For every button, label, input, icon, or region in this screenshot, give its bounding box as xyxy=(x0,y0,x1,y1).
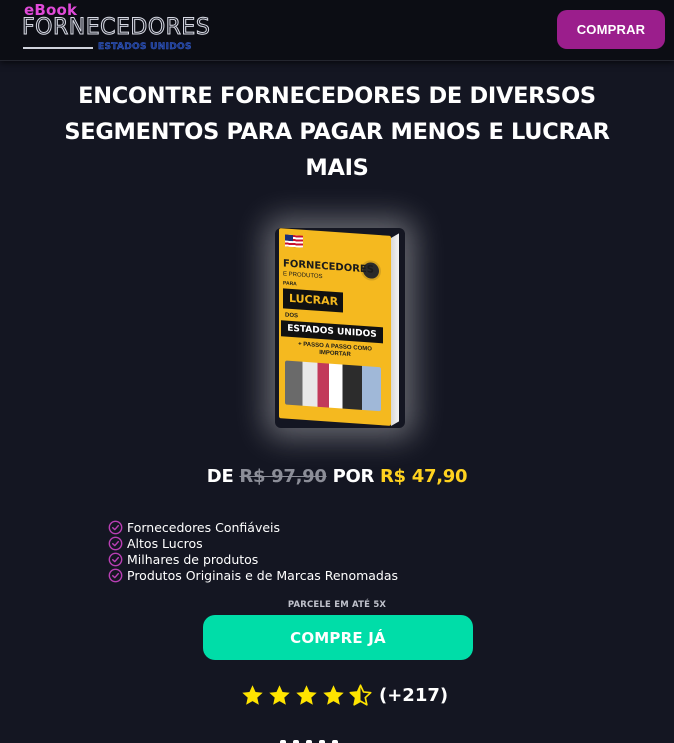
price-to-label: POR xyxy=(332,466,375,487)
star-icon xyxy=(296,684,317,705)
site-logo[interactable]: eBook FORNECEDORES ESTADOS UNIDOS xyxy=(21,0,222,56)
rating: (+217) xyxy=(240,682,448,708)
cover-products-photo xyxy=(285,360,381,412)
star-icon xyxy=(242,684,263,705)
check-circle-icon xyxy=(108,536,123,550)
list-item: Fornecedores Confiáveis xyxy=(108,519,398,535)
feature-text: Fornecedores Confiáveis xyxy=(127,519,281,535)
logo-sub-text: ESTADOS UNIDOS xyxy=(98,42,192,52)
cover-country: ESTADOS UNIDOS xyxy=(281,320,383,344)
usa-flag-icon xyxy=(285,234,303,248)
cover-para: PARA xyxy=(283,280,297,288)
cover-highlight: LUCRAR xyxy=(283,288,343,313)
cover-subtitle: E PRODUTOS xyxy=(283,271,323,281)
list-item: Altos Lucros xyxy=(108,535,398,551)
cover-dos: DOS xyxy=(285,312,299,320)
logo-main-text: FORNECEDORES xyxy=(21,15,211,41)
star-icon xyxy=(269,684,290,705)
book-pages xyxy=(391,233,399,426)
star-half-icon xyxy=(349,683,372,706)
price-line: DE R$ 97,90 POR R$ 47,90 xyxy=(0,466,674,487)
installments-note: PARCELE EM ATÉ 5X xyxy=(287,600,387,610)
check-circle-icon xyxy=(108,552,123,566)
feature-text: Milhares de produtos xyxy=(127,551,259,567)
check-circle-icon xyxy=(108,568,123,582)
price-new: R$ 47,90 xyxy=(380,466,468,487)
next-section-peek xyxy=(280,733,360,743)
logo-underline xyxy=(23,47,93,49)
list-item: Produtos Originais e de Marcas Renomadas xyxy=(108,567,398,583)
book-cover: FORNECEDORES E PRODUTOS PARA LUCRAR DOS … xyxy=(279,228,391,426)
header-buy-button[interactable]: COMPRAR xyxy=(557,10,665,49)
list-item: Milhares de produtos xyxy=(108,551,398,567)
rating-count: (+217) xyxy=(379,684,449,706)
check-circle-icon xyxy=(108,520,123,534)
buy-now-button[interactable]: COMPRE JÁ xyxy=(203,615,473,660)
feature-list: Fornecedores Confiáveis Altos Lucros Mil… xyxy=(108,519,398,583)
price-old: R$ 97,90 xyxy=(239,466,327,487)
feature-text: Produtos Originais e de Marcas Renomadas xyxy=(127,567,399,583)
ebook-cover-image: FORNECEDORES E PRODUTOS PARA LUCRAR DOS … xyxy=(279,228,401,427)
page-headline: ENCONTRE FORNECEDORES DE DIVERSOS SEGMEN… xyxy=(64,83,610,181)
cover-tagline: + PASSO A PASSO COMO IMPORTAR xyxy=(298,341,372,359)
price-from-label: DE xyxy=(206,466,234,487)
feature-text: Altos Lucros xyxy=(127,535,203,551)
star-icon xyxy=(323,684,344,705)
top-header: eBook FORNECEDORES ESTADOS UNIDOS COMPRA… xyxy=(0,0,674,61)
